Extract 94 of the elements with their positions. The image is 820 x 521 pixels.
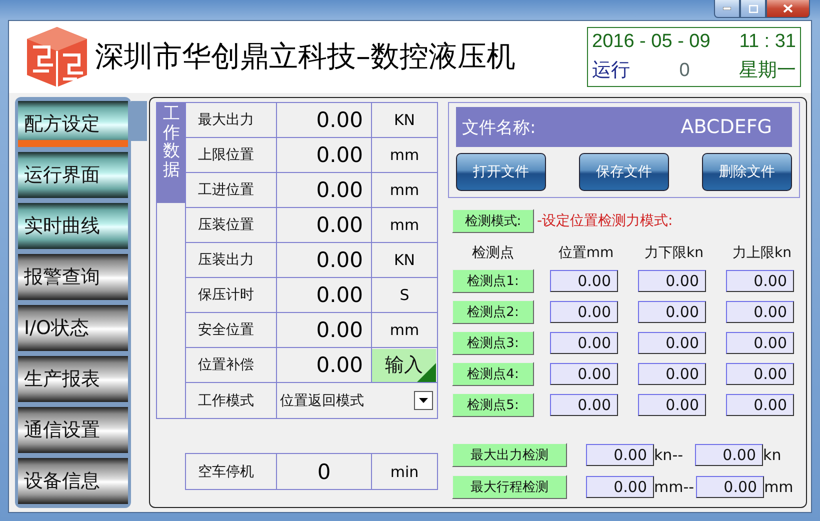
unit-label: mm — [764, 478, 794, 496]
unit-label: kn-- — [654, 446, 684, 464]
detection-mode-text: -设定位置检测力模式: — [537, 212, 673, 230]
close-icon — [783, 4, 793, 13]
unit-label: KN — [394, 251, 416, 269]
unit-label: mm — [390, 321, 420, 339]
logo-icon — [25, 25, 89, 89]
detection-point-button[interactable]: 检测点4: — [452, 362, 534, 386]
file-button[interactable]: 删除文件 — [702, 153, 792, 191]
nav-item[interactable]: 生产报表 — [18, 356, 128, 402]
position-field[interactable]: 0.00 — [550, 270, 618, 292]
file-button[interactable]: 保存文件 — [579, 153, 669, 191]
dropdown-button[interactable] — [414, 391, 433, 410]
date-text: 2016 - 05 - 09 — [592, 32, 710, 53]
min-limit-field[interactable]: 0.00 — [586, 444, 654, 466]
status-label: 运行 — [592, 61, 630, 82]
input-button[interactable]: 输入 — [372, 348, 436, 382]
file-button[interactable]: 打开文件 — [456, 153, 546, 191]
unit-label: mm-- — [654, 478, 694, 496]
parameter-value: 0.00 — [316, 108, 364, 132]
position-field[interactable]: 0.00 — [550, 301, 618, 323]
limit-check-button[interactable]: 最大出力检测 — [452, 443, 567, 467]
minimize-button[interactable] — [714, 0, 740, 18]
column-header: 检测点 — [471, 244, 515, 262]
parameter-value: 0.00 — [316, 143, 364, 167]
lower-limit-field[interactable]: 0.00 — [638, 332, 706, 354]
parameter-label: 保压计时 — [197, 286, 254, 304]
parameter-value: 0 — [317, 460, 331, 484]
close-button[interactable] — [766, 0, 810, 18]
nav-item[interactable]: I/O状态 — [18, 305, 128, 351]
column-header: 力上限kn — [732, 244, 792, 262]
parameter-label: 空车停机 — [197, 462, 254, 480]
maximize-icon — [748, 4, 758, 12]
lower-limit-field[interactable]: 0.00 — [638, 301, 706, 323]
limit-check-button[interactable]: 最大行程检测 — [452, 475, 567, 499]
detection-mode-button[interactable]: 检测模式: — [452, 209, 534, 233]
nav-item[interactable]: 运行界面 — [18, 152, 128, 198]
section-label: 工作数据 — [157, 103, 185, 203]
file-name-value: ABCDEFG — [680, 116, 772, 138]
parameter-label: 上限位置 — [197, 146, 254, 164]
file-name-label: 文件名称: — [462, 116, 536, 138]
time-text: 11 : 31 — [739, 32, 796, 53]
position-field[interactable]: 0.00 — [550, 363, 618, 385]
upper-limit-field[interactable]: 0.00 — [726, 332, 794, 354]
column-header: 力下限kn — [644, 244, 704, 262]
detection-point-button[interactable]: 检测点2: — [452, 300, 534, 324]
parameter-label: 压装位置 — [197, 216, 254, 234]
maximize-button[interactable] — [740, 0, 766, 18]
parameter-value: 0.00 — [316, 178, 364, 202]
lower-limit-field[interactable]: 0.00 — [638, 270, 706, 292]
detection-point-button[interactable]: 检测点3: — [452, 331, 534, 355]
lower-limit-field[interactable]: 0.00 — [638, 363, 706, 385]
nav-item[interactable]: 通信设置 — [18, 407, 128, 453]
upper-limit-field[interactable]: 0.00 — [726, 394, 794, 416]
caret-icon — [419, 398, 428, 403]
max-limit-field[interactable]: 0.00 — [695, 444, 764, 466]
parameter-value: 0.00 — [316, 213, 364, 237]
min-limit-field[interactable]: 0.00 — [586, 476, 654, 498]
upper-limit-field[interactable]: 0.00 — [726, 270, 794, 292]
parameter-label: 压装出力 — [197, 251, 254, 269]
parameter-value: 0.00 — [316, 248, 364, 272]
nav-item[interactable]: 设备信息 — [18, 458, 128, 504]
unit-label: min — [390, 462, 419, 480]
column-header: 位置mm — [557, 244, 615, 262]
parameter-label: 安全位置 — [197, 321, 254, 339]
detection-point-button[interactable]: 检测点5: — [452, 393, 534, 417]
weekday-text: 星期一 — [738, 61, 796, 82]
minimize-icon — [723, 7, 731, 10]
status-value: 0 — [679, 61, 690, 82]
parameter-label: 工进位置 — [197, 181, 254, 199]
parameter-label: 位置补偿 — [197, 356, 254, 374]
unit-label: S — [400, 286, 410, 304]
nav-item[interactable]: 报警查询 — [18, 254, 128, 300]
parameter-label: 最大出力 — [197, 111, 254, 129]
upper-limit-field[interactable]: 0.00 — [726, 363, 794, 385]
nav-item[interactable]: 实时曲线 — [18, 203, 128, 249]
parameter-value: 0.00 — [316, 353, 364, 377]
lower-limit-field[interactable]: 0.00 — [638, 394, 706, 416]
unit-label: mm — [390, 216, 420, 234]
unit-label: kn — [763, 446, 782, 464]
parameter-value: 0.00 — [316, 318, 364, 342]
app-title: 深圳市华创鼎立科技–数控液压机 — [95, 38, 516, 75]
unit-label: KN — [394, 111, 416, 129]
position-field[interactable]: 0.00 — [550, 332, 618, 354]
nav-item[interactable]: 配方设定 — [18, 101, 128, 147]
detection-point-button[interactable]: 检测点1: — [452, 269, 534, 293]
upper-limit-field[interactable]: 0.00 — [726, 301, 794, 323]
parameter-value: 0.00 — [316, 283, 364, 307]
max-limit-field[interactable]: 0.00 — [696, 476, 764, 498]
unit-label: mm — [390, 146, 420, 164]
mode-dropdown[interactable]: 位置返回模式 — [277, 383, 437, 418]
position-field[interactable]: 0.00 — [550, 394, 618, 416]
unit-label: mm — [390, 181, 420, 199]
parameter-label: 工作模式 — [197, 392, 254, 410]
